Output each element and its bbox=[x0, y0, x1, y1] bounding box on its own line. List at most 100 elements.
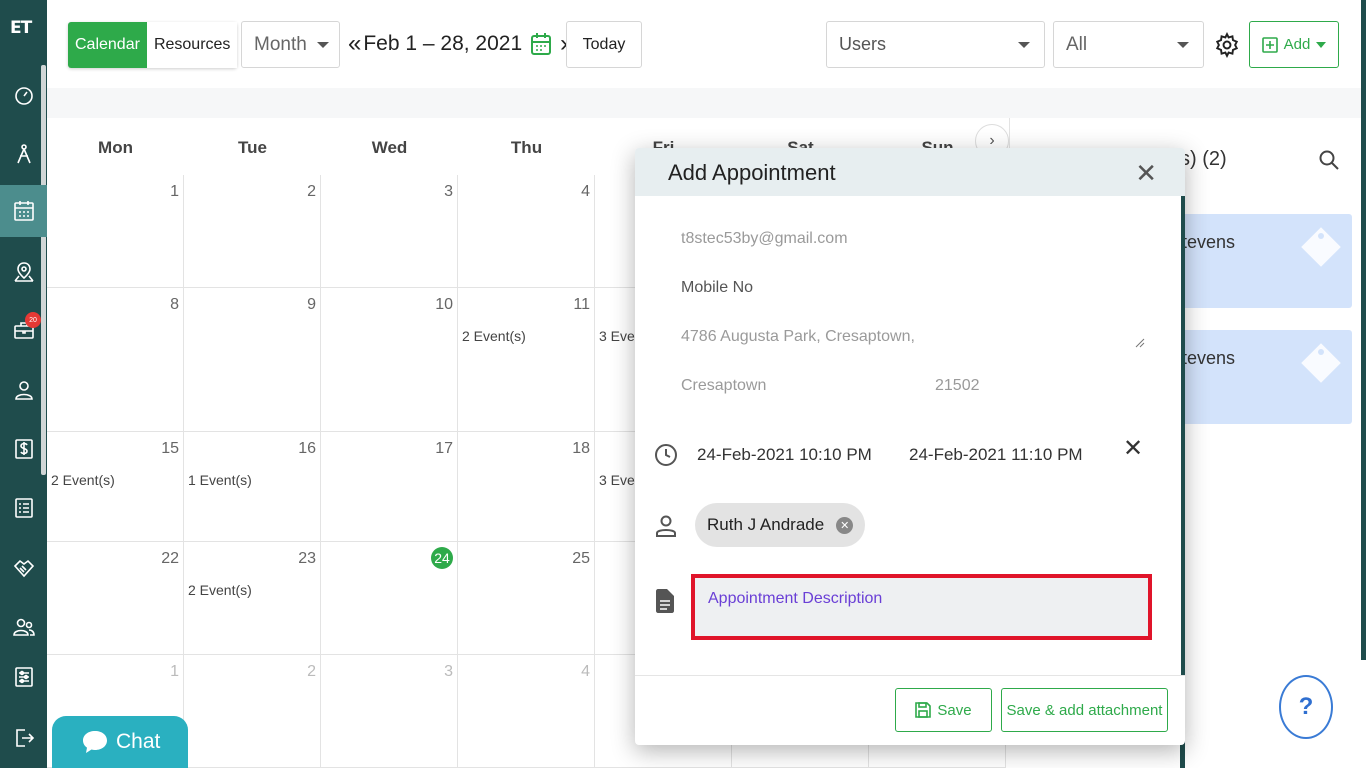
search-icon[interactable] bbox=[1317, 148, 1341, 172]
help-button[interactable]: ? bbox=[1279, 675, 1333, 739]
filter-select[interactable]: All bbox=[1053, 21, 1204, 68]
day-cell[interactable]: 17 bbox=[321, 432, 458, 542]
appointment-description-input[interactable]: Appointment Description bbox=[691, 574, 1152, 640]
day-cell[interactable]: 16 1 Event(s) bbox=[184, 432, 321, 542]
day-cell[interactable]: 4 bbox=[458, 175, 595, 288]
address-field[interactable]: 4786 Augusta Park, Cresaptown, bbox=[681, 328, 915, 346]
day-header: Tue bbox=[238, 138, 267, 157]
close-icon[interactable]: ✕ bbox=[1135, 158, 1157, 189]
day-cell[interactable]: 11 2 Event(s) bbox=[458, 288, 595, 432]
assignee-chip[interactable]: Ruth J Andrade ✕ bbox=[695, 503, 866, 547]
mobile-field[interactable]: Mobile No bbox=[681, 279, 753, 297]
resize-handle-icon[interactable] bbox=[1135, 338, 1145, 348]
sidebar-item-calendar[interactable] bbox=[0, 185, 47, 237]
day-cell[interactable]: 15 2 Event(s) bbox=[47, 432, 184, 542]
sidebar-item-tools[interactable] bbox=[0, 128, 47, 180]
day-number: 16 bbox=[298, 440, 316, 457]
sidebar-item-list[interactable] bbox=[0, 482, 47, 534]
logout-icon bbox=[15, 729, 34, 747]
events-panel-title: s) (2) bbox=[1180, 148, 1227, 170]
day-number: 15 bbox=[161, 440, 179, 457]
event-count-link[interactable]: 2 Event(s) bbox=[51, 472, 115, 488]
sidebar-item-logout[interactable] bbox=[0, 712, 47, 764]
page-scrollbar[interactable] bbox=[1361, 0, 1366, 660]
day-header: Thu bbox=[510, 138, 543, 157]
sidebar-item-billing[interactable] bbox=[0, 423, 47, 475]
start-datetime-field[interactable]: 24-Feb-2021 10:10 PM bbox=[697, 445, 872, 465]
day-cell[interactable]: 24 bbox=[321, 542, 458, 655]
dialog-footer-divider bbox=[635, 675, 1185, 676]
day-cell[interactable]: 10 bbox=[321, 288, 458, 432]
day-cell[interactable]: 25 bbox=[458, 542, 595, 655]
view-select[interactable]: Month bbox=[241, 21, 340, 68]
sidebar-item-customers[interactable] bbox=[0, 364, 47, 416]
day-cell[interactable]: 3 bbox=[321, 655, 458, 768]
sidebar-item-team[interactable] bbox=[0, 601, 47, 653]
event-count-link[interactable]: 2 Event(s) bbox=[462, 328, 526, 344]
clear-datetime-icon[interactable]: ✕ bbox=[1123, 434, 1143, 463]
chat-widget-button[interactable]: Chat bbox=[52, 716, 188, 768]
view-select-value: Month bbox=[254, 33, 307, 55]
app-logo[interactable]: ET bbox=[10, 18, 36, 46]
users-select[interactable]: Users bbox=[826, 21, 1045, 68]
sidebar-item-deals[interactable] bbox=[0, 542, 47, 594]
add-button-label: Add bbox=[1283, 36, 1311, 53]
end-datetime-field[interactable]: 24-Feb-2021 11:10 PM bbox=[909, 445, 1083, 465]
day-cell[interactable]: 2 bbox=[184, 655, 321, 768]
today-marker: 24 bbox=[431, 547, 453, 569]
sidebar-item-dashboard[interactable] bbox=[0, 69, 47, 121]
resources-tab[interactable]: Resources bbox=[146, 22, 238, 68]
today-button[interactable]: Today bbox=[566, 21, 642, 68]
user-icon bbox=[14, 381, 33, 400]
sidebar-item-jobs[interactable]: 20 bbox=[0, 304, 47, 356]
day-cell[interactable]: 4 bbox=[458, 655, 595, 768]
chevron-down-icon bbox=[1316, 41, 1327, 48]
day-cell[interactable]: 23 2 Event(s) bbox=[184, 542, 321, 655]
top-toolbar: Calendar Resources Month « Feb 1 – 28, 2… bbox=[47, 0, 1366, 88]
document-icon bbox=[656, 589, 674, 613]
day-cell[interactable]: 8 bbox=[47, 288, 184, 432]
gear-icon[interactable] bbox=[1214, 32, 1240, 58]
zip-field[interactable]: 21502 bbox=[935, 377, 980, 395]
save-and-attach-button[interactable]: Save & add attachment bbox=[1001, 688, 1168, 732]
day-number: 2 bbox=[307, 663, 316, 680]
email-field[interactable]: t8stec53by@gmail.com bbox=[681, 230, 848, 248]
dialog-header: Add Appointment ✕ bbox=[635, 148, 1185, 196]
event-count-link[interactable]: 2 Event(s) bbox=[188, 582, 252, 598]
save-button-label: Save bbox=[937, 701, 972, 719]
plus-square-icon bbox=[1261, 36, 1278, 53]
sidebar-item-map[interactable] bbox=[0, 246, 47, 298]
assignee-name: Ruth J Andrade bbox=[707, 515, 825, 534]
day-cell[interactable]: 22 bbox=[47, 542, 184, 655]
event-card[interactable]: tevens bbox=[1180, 214, 1352, 308]
dashboard-icon bbox=[14, 87, 33, 105]
notification-badge: 20 bbox=[25, 312, 41, 328]
day-number: 3 bbox=[444, 183, 453, 200]
date-picker-icon[interactable] bbox=[530, 32, 552, 56]
add-button[interactable]: Add bbox=[1249, 21, 1339, 68]
event-count-link[interactable]: 1 Event(s) bbox=[188, 472, 252, 488]
save-button[interactable]: Save bbox=[895, 688, 992, 732]
filter-select-value: All bbox=[1066, 33, 1088, 55]
day-cell[interactable]: 9 bbox=[184, 288, 321, 432]
floppy-disk-icon bbox=[915, 702, 932, 718]
view-toggle: Calendar Resources bbox=[68, 22, 238, 68]
day-cell[interactable]: 1 bbox=[47, 175, 184, 288]
city-field[interactable]: Cresaptown bbox=[681, 377, 766, 395]
day-header: Wed bbox=[371, 138, 408, 157]
event-card[interactable]: tevens bbox=[1180, 330, 1352, 424]
day-number: 2 bbox=[307, 183, 316, 200]
chevron-down-icon bbox=[316, 41, 329, 48]
day-cell[interactable]: 3 bbox=[321, 175, 458, 288]
day-number: 3 bbox=[444, 663, 453, 680]
day-cell[interactable]: 2 bbox=[184, 175, 321, 288]
sidebar-item-settings[interactable] bbox=[0, 651, 47, 703]
day-cell[interactable]: 18 bbox=[458, 432, 595, 542]
day-number: 17 bbox=[435, 440, 453, 457]
chevron-down-icon bbox=[1018, 41, 1030, 48]
prev-month-button[interactable]: « bbox=[348, 30, 361, 58]
calendar-tab[interactable]: Calendar bbox=[68, 22, 147, 68]
dialog-scrollbar[interactable] bbox=[1181, 196, 1185, 676]
tag-icon bbox=[1301, 227, 1341, 267]
remove-assignee-icon[interactable]: ✕ bbox=[836, 516, 854, 534]
